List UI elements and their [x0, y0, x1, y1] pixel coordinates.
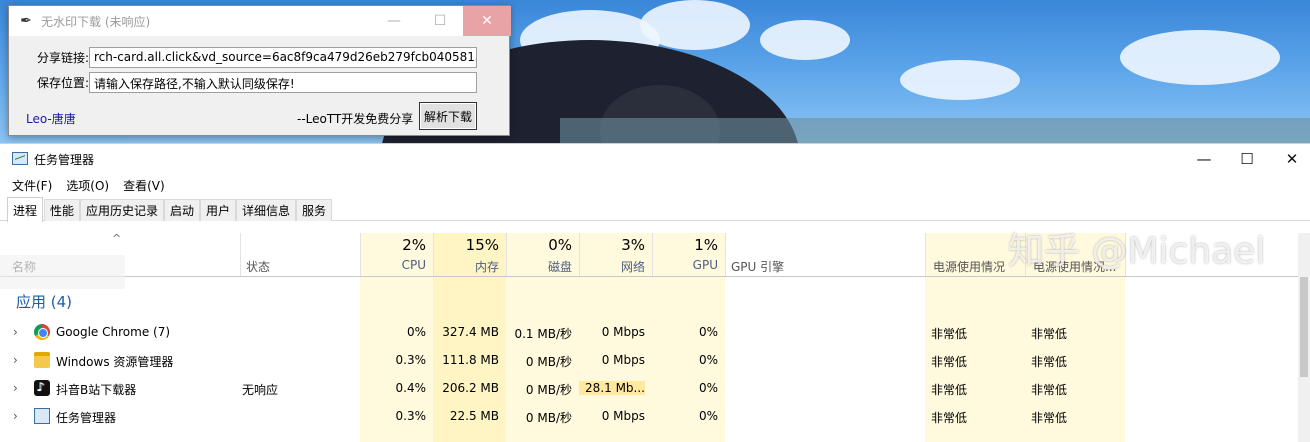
- sort-up-icon[interactable]: ^: [112, 232, 121, 245]
- scrollbar-thumb[interactable]: [1300, 277, 1308, 377]
- expand-chevron-icon[interactable]: ›: [13, 409, 18, 423]
- process-name: Windows 资源管理器: [56, 355, 174, 369]
- memory-value: 22.5 MB: [449, 409, 499, 423]
- folder-icon: [34, 352, 50, 368]
- tab-users[interactable]: 用户: [200, 199, 237, 221]
- power-value: 非常低: [931, 383, 968, 397]
- share-link-row: 分享链接: rch-card.all.click&vd_source=6ac8f…: [9, 47, 477, 68]
- memory-value: 327.4 MB: [442, 325, 499, 339]
- tab-services[interactable]: 服务: [296, 199, 333, 221]
- feather-icon: ✒: [20, 13, 32, 29]
- group-apps: 应用 (4): [16, 293, 73, 311]
- tab-processes[interactable]: 进程: [7, 197, 44, 222]
- power-trend-value: 非常低: [1031, 355, 1068, 369]
- cpu-value: 0.3%: [395, 353, 427, 367]
- downloader-title: 无水印下载 (未响应): [41, 14, 151, 29]
- menu-bar: 文件(F) 选项(O) 查看(V): [0, 174, 167, 196]
- chrome-icon: [34, 324, 50, 340]
- network-value: 28.1 Mb...: [579, 381, 645, 395]
- network-total: 3%: [621, 236, 645, 254]
- column-memory[interactable]: 内存: [433, 258, 499, 275]
- close-button[interactable]: ✕: [463, 6, 511, 36]
- task-manager-window: 任务管理器 — ☐ ✕ 文件(F) 选项(O) 查看(V) 进程 性能 应用历史…: [0, 143, 1310, 442]
- gpu-value: 0%: [698, 381, 718, 395]
- tab-bar: 进程 性能 应用历史记录 启动 用户 详细信息 服务: [0, 197, 1310, 222]
- task-manager-title: 任务管理器: [34, 153, 95, 167]
- process-name: 抖音B站下载器: [56, 383, 137, 397]
- tab-startup[interactable]: 启动: [164, 199, 201, 221]
- tab-performance[interactable]: 性能: [44, 199, 81, 221]
- expand-chevron-icon[interactable]: ›: [13, 381, 18, 395]
- watermark-text: 知乎 @Michael: [1008, 231, 1266, 272]
- network-value: 0 Mbps: [601, 409, 645, 423]
- memory-total: 15%: [465, 236, 499, 254]
- save-path-input[interactable]: 请输入保存路径,不输入默认同级保存!: [89, 72, 477, 93]
- expand-chevron-icon[interactable]: ›: [13, 325, 18, 339]
- cpu-total: 2%: [402, 236, 426, 254]
- tab-details[interactable]: 详细信息: [236, 199, 297, 221]
- column-power-usage[interactable]: 电源使用情况: [933, 258, 1005, 275]
- menu-options[interactable]: 选项(O): [66, 177, 109, 194]
- expand-chevron-icon[interactable]: ›: [13, 353, 18, 367]
- disk-value: 0 MB/秒: [525, 411, 572, 425]
- gpu-total: 1%: [694, 236, 718, 254]
- save-path-row: 保存位置: 请输入保存路径,不输入默认同级保存!: [9, 72, 477, 93]
- power-value: 非常低: [931, 411, 968, 425]
- downloader-window: ✒ 无水印下载 (未响应) — ☐ ✕ 分享链接: rch-card.all.c…: [8, 5, 511, 136]
- power-trend-value: 非常低: [1031, 411, 1068, 425]
- tab-app-history[interactable]: 应用历史记录: [80, 199, 165, 221]
- column-disk[interactable]: 磁盘: [506, 258, 572, 275]
- column-gpu[interactable]: GPU: [652, 258, 718, 272]
- table-row[interactable]: › 任务管理器 0.3% 22.5 MB 0 MB/秒 0 Mbps 0% 非常…: [0, 402, 1298, 430]
- memory-value: 111.8 MB: [442, 353, 499, 367]
- menu-file[interactable]: 文件(F): [12, 177, 52, 194]
- column-status[interactable]: 状态: [246, 258, 270, 275]
- column-network[interactable]: 网络: [579, 258, 645, 275]
- process-status: 无响应: [242, 383, 279, 397]
- network-value: 0 Mbps: [601, 325, 645, 339]
- process-name: 任务管理器: [56, 411, 117, 425]
- memory-value: 206.2 MB: [442, 381, 499, 395]
- power-value: 非常低: [931, 355, 968, 369]
- downloader-titlebar[interactable]: ✒ 无水印下载 (未响应) — ☐ ✕: [9, 6, 511, 36]
- cpu-value: 0.4%: [395, 381, 427, 395]
- minimize-button[interactable]: —: [1182, 146, 1226, 172]
- task-manager-titlebar[interactable]: 任务管理器 — ☐ ✕: [0, 144, 1310, 174]
- power-trend-value: 非常低: [1031, 327, 1068, 341]
- gpu-value: 0%: [698, 409, 718, 423]
- author-link[interactable]: Leo-唐唐: [26, 110, 76, 127]
- table-row[interactable]: › 抖音B站下载器 无响应 0.4% 206.2 MB 0 MB/秒 28.1 …: [0, 374, 1298, 402]
- table-row[interactable]: › Windows 资源管理器 0.3% 111.8 MB 0 MB/秒 0 M…: [0, 346, 1298, 374]
- maximize-button[interactable]: ☐: [1225, 146, 1269, 172]
- gpu-value: 0%: [698, 325, 718, 339]
- cpu-value: 0.3%: [395, 409, 427, 423]
- task-manager-icon: [12, 152, 28, 165]
- table-row[interactable]: › Google Chrome (7) 0% 327.4 MB 0.1 MB/秒…: [0, 318, 1298, 346]
- gpu-value: 0%: [698, 353, 718, 367]
- disk-value: 0 MB/秒: [525, 355, 572, 369]
- maximize-button[interactable]: ☐: [417, 6, 463, 36]
- minimize-button[interactable]: —: [371, 6, 417, 36]
- cpu-value: 0%: [406, 325, 426, 339]
- taskmanager-icon: [34, 408, 50, 424]
- douyin-icon: [34, 380, 50, 396]
- column-gpu-engine[interactable]: GPU 引擎: [731, 258, 784, 275]
- vertical-scrollbar[interactable]: [1298, 233, 1310, 442]
- credit-text: --LeoTT开发免费分享: [297, 112, 414, 126]
- parse-download-button[interactable]: 解析下载: [419, 102, 477, 130]
- power-trend-value: 非常低: [1031, 383, 1068, 397]
- disk-value: 0.1 MB/秒: [514, 327, 572, 341]
- disk-total: 0%: [548, 236, 572, 254]
- share-link-label: 分享链接:: [36, 51, 89, 65]
- save-path-label: 保存位置:: [36, 76, 89, 90]
- process-name: Google Chrome (7): [56, 325, 171, 339]
- network-value: 0 Mbps: [601, 353, 645, 367]
- share-link-input[interactable]: rch-card.all.click&vd_source=6ac8f9ca479…: [89, 47, 477, 68]
- column-cpu[interactable]: CPU: [360, 258, 426, 272]
- disk-value: 0 MB/秒: [525, 383, 572, 397]
- power-value: 非常低: [931, 327, 968, 341]
- close-button[interactable]: ✕: [1270, 146, 1310, 172]
- menu-view[interactable]: 查看(V): [123, 177, 165, 194]
